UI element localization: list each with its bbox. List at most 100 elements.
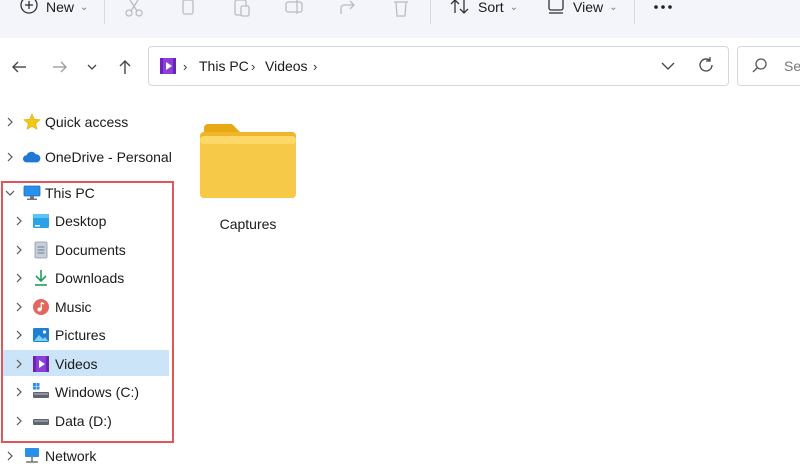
chevron-right-icon [4, 116, 16, 128]
breadcrumb-this-pc[interactable]: This PC [199, 58, 249, 74]
copy-button[interactable] [178, 0, 198, 18]
cloud-icon [23, 148, 41, 166]
sort-button[interactable]: Sort ⌄ [450, 0, 518, 18]
command-bar: New ⌄ Sort ⌄ View ⌄ [0, 0, 800, 39]
address-bar[interactable]: › This PC › Videos › [148, 46, 729, 86]
videos-icon [32, 355, 50, 373]
chevron-down-icon [661, 62, 675, 70]
nav-item-label: Music [55, 299, 92, 315]
nav-item-label: Pictures [55, 327, 106, 343]
new-button[interactable]: New ⌄ [20, 0, 88, 18]
address-row: › This PC › Videos › Sea [0, 38, 800, 94]
folder-item[interactable]: Captures [198, 118, 298, 238]
documents-icon [32, 241, 50, 259]
view-button-label: View [573, 0, 604, 15]
nav-item-label: This PC [45, 185, 95, 201]
more-options-button[interactable] [652, 0, 674, 18]
refresh-button[interactable] [697, 56, 715, 74]
paste-button[interactable] [232, 0, 252, 18]
address-history-dropdown[interactable] [661, 59, 677, 73]
nav-item-windows-c[interactable]: Windows (C:) [0, 380, 170, 404]
chevron-right-icon [13, 244, 25, 256]
new-button-label: New [46, 0, 75, 15]
toolbar-separator [634, 0, 635, 24]
arrow-up-icon [119, 60, 131, 74]
nav-item-this-pc[interactable]: This PC [0, 181, 170, 205]
nav-item-data-d[interactable]: Data (D:) [0, 409, 170, 433]
up-button[interactable] [114, 56, 136, 78]
chevron-down-icon: ⌄ [80, 1, 89, 13]
chevron-right-icon [13, 415, 25, 427]
share-icon [340, 0, 355, 14]
nav-item-downloads[interactable]: Downloads [0, 266, 170, 290]
view-icon [548, 0, 564, 14]
downloads-icon [32, 269, 50, 287]
copy-icon [182, 0, 194, 15]
folder-icon [200, 124, 296, 198]
forward-button[interactable] [49, 56, 71, 78]
toolbar-separator [430, 0, 431, 24]
search-input[interactable]: Sea [784, 58, 800, 74]
chevron-down-icon [87, 64, 97, 70]
nav-item-label: Network [45, 448, 97, 464]
nav-item-label: Documents [55, 242, 126, 258]
nav-item-desktop[interactable]: Desktop [0, 209, 170, 233]
chevron-down-icon [4, 187, 16, 199]
back-button[interactable] [8, 56, 30, 78]
chevron-right-icon [13, 301, 25, 313]
rename-icon [285, 0, 303, 14]
rename-button[interactable] [284, 0, 304, 18]
arrow-right-icon [53, 61, 67, 73]
plus-icon [20, 0, 38, 14]
recent-locations-button[interactable] [83, 56, 101, 78]
cut-button[interactable] [124, 0, 144, 18]
nav-item-pictures[interactable]: Pictures [0, 323, 170, 347]
nav-item-label: Videos [55, 356, 98, 372]
nav-item-network[interactable]: Network [0, 444, 170, 468]
nav-item-videos[interactable]: Videos [0, 352, 170, 376]
search-box[interactable]: Sea [737, 46, 800, 86]
nav-item-label: Windows (C:) [55, 384, 140, 400]
music-icon [32, 298, 50, 316]
nav-item-label: Desktop [55, 213, 107, 229]
pictures-icon [32, 326, 50, 344]
view-button[interactable]: View ⌄ [547, 0, 617, 18]
chevron-right-icon [13, 272, 25, 284]
nav-item-label: OneDrive - Personal [45, 149, 172, 165]
nav-item-onedrive[interactable]: OneDrive - Personal [0, 145, 172, 169]
refresh-icon [699, 57, 713, 72]
folder-name: Captures [219, 216, 277, 232]
sort-button-label: Sort [478, 0, 504, 15]
videos-icon [160, 58, 176, 74]
nav-item-music[interactable]: Music [0, 295, 170, 319]
more-icon [654, 5, 672, 9]
drive-d-icon [32, 412, 50, 430]
nav-item-quick-access[interactable]: Quick access [0, 110, 170, 134]
share-button[interactable] [338, 0, 358, 18]
breadcrumb-videos[interactable]: Videos [265, 58, 308, 74]
monitor-icon [23, 184, 41, 202]
breadcrumb-chevron-icon: › [251, 59, 256, 74]
breadcrumb-chevron-icon: › [313, 59, 318, 74]
delete-button[interactable] [391, 0, 411, 18]
chevron-right-icon [4, 151, 16, 163]
chevron-right-icon [13, 358, 25, 370]
nav-item-documents[interactable]: Documents [0, 238, 170, 262]
paste-icon [234, 0, 250, 17]
chevron-right-icon [13, 329, 25, 341]
delete-icon [394, 1, 408, 17]
nav-item-label: Quick access [45, 114, 129, 130]
cut-icon [125, 0, 143, 17]
chevron-right-icon [13, 386, 25, 398]
chevron-down-icon: ⌄ [509, 1, 519, 13]
search-icon [752, 58, 767, 73]
chevron-right-icon [13, 215, 25, 227]
desktop-icon [32, 212, 50, 230]
nav-item-label: Downloads [55, 270, 125, 286]
chevron-down-icon: ⌄ [609, 1, 618, 13]
drive-c-icon [32, 383, 50, 401]
chevron-right-icon [4, 450, 16, 462]
breadcrumb-chevron-icon: › [183, 59, 188, 74]
star-icon [23, 113, 41, 131]
arrow-left-icon [12, 61, 26, 73]
